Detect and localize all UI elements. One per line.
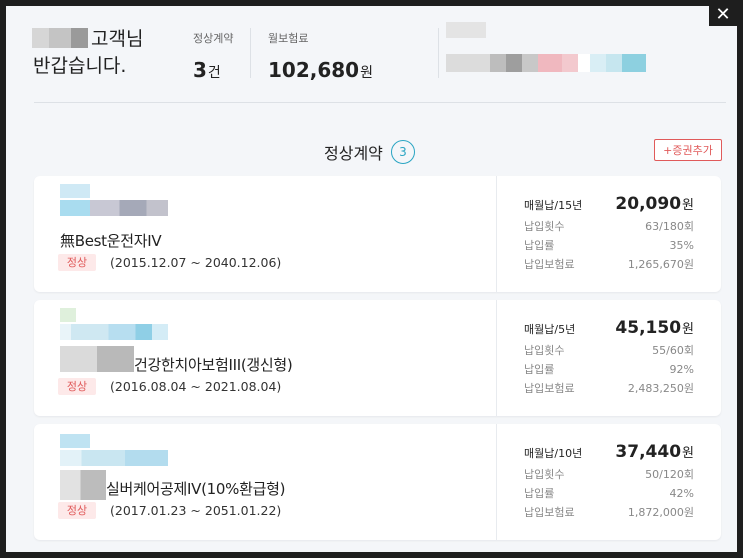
premium-stat: 월보험료 102,680원: [268, 30, 373, 82]
greeting: 고객님 반갑습니다.: [33, 26, 143, 80]
policy-period: (2016.08.04 ~ 2021.08.04): [110, 379, 282, 394]
premium-stat-label: 월보험료: [268, 32, 309, 45]
card-divider: [496, 300, 497, 416]
policy-name: 실버케어공제IV(10%환급형): [106, 480, 286, 498]
paid-premium-row: 납입보험료 2,483,250원: [524, 380, 694, 399]
payment-amount-unit: 원: [682, 322, 694, 337]
paid-premium-row: 납입보험료 1,265,670원: [524, 256, 694, 275]
payment-amount: 20,090원: [615, 194, 694, 214]
payment-details: 매월납/15년 20,090원 납입횟수 63/180회 납입률 35% 납입보…: [524, 194, 694, 275]
payment-row: 매월납/10년 37,440원: [524, 442, 694, 466]
policy-name: 無Best운전자IV: [60, 232, 162, 250]
payment-row: 매월납/15년 20,090원: [524, 194, 694, 218]
masked-policy-prefix: [60, 346, 134, 372]
payment-count-label: 납입횟수: [524, 220, 565, 233]
payment-term-label: 매월납/15년: [524, 199, 583, 212]
paid-premium-label: 납입보험료: [524, 258, 575, 271]
payment-rate-value: 92%: [669, 363, 694, 376]
stat-divider: [250, 28, 251, 78]
payment-amount-unit: 원: [682, 198, 694, 213]
payment-amount-value: 45,150: [615, 318, 682, 338]
masked-company-name: [60, 324, 168, 340]
close-icon[interactable]: ✕: [709, 6, 737, 26]
payment-rate-label: 납입률: [524, 487, 555, 500]
masked-policy-prefix: [60, 470, 106, 500]
payment-rate-label: 납입률: [524, 363, 555, 376]
payment-row: 매월납/5년 45,150원: [524, 318, 694, 342]
status-badge: 정상: [58, 502, 96, 519]
payment-term-label: 매월납/10년: [524, 447, 583, 460]
add-policy-button[interactable]: +증권추가: [654, 139, 722, 161]
policy-period: (2015.12.07 ~ 2040.12.06): [110, 255, 282, 270]
paid-premium-label: 납입보험료: [524, 506, 575, 519]
payment-rate-row: 납입률 92%: [524, 361, 694, 380]
premium-amount: 102,680: [268, 58, 360, 82]
policy-name: 건강한치아보험III(갱신형): [134, 356, 293, 374]
payment-count-value: 55/60회: [652, 344, 694, 357]
card-divider: [496, 176, 497, 292]
greeting-line-2: 반갑습니다.: [33, 55, 127, 77]
section-title: 정상계약 3: [324, 140, 415, 164]
premium-unit: 원: [360, 65, 373, 81]
contracts-stat-label: 정상계약: [193, 32, 234, 45]
policy-card[interactable]: 실버케어공제IV(10%환급형) 정상 (2017.01.23 ~ 2051.0…: [34, 424, 721, 540]
payment-amount-unit: 원: [682, 446, 694, 461]
payment-details: 매월납/5년 45,150원 납입횟수 55/60회 납입률 92% 납입보험료…: [524, 318, 694, 399]
masked-company-name: [60, 450, 168, 466]
payment-amount: 37,440원: [615, 442, 694, 462]
payment-count-row: 납입횟수 63/180회: [524, 218, 694, 237]
payment-count-row: 납입횟수 55/60회: [524, 342, 694, 361]
section-title-text: 정상계약: [324, 144, 383, 163]
payment-count-label: 납입횟수: [524, 344, 565, 357]
policy-card[interactable]: 無Best운전자IV 정상 (2015.12.07 ~ 2040.12.06) …: [34, 176, 721, 292]
payment-amount-value: 37,440: [615, 442, 682, 462]
payment-count-value: 63/180회: [645, 220, 694, 233]
masked-company-name: [60, 200, 168, 216]
payment-count-row: 납입횟수 50/120회: [524, 466, 694, 485]
payment-rate-row: 납입률 35%: [524, 237, 694, 256]
payment-count-value: 50/120회: [645, 468, 694, 481]
payment-term-label: 매월납/5년: [524, 323, 576, 336]
stat-divider-2: [438, 28, 439, 78]
policy-period: (2017.01.23 ~ 2051.01.22): [110, 503, 282, 518]
greeting-line-1: 고객님: [91, 28, 144, 50]
card-divider: [496, 424, 497, 540]
payment-rate-value: 42%: [669, 487, 694, 500]
contracts-panel: ✕ 고객님 반갑습니다. 정상계약 3건 월보험료 102,680원 정상계약 …: [6, 6, 737, 552]
contracts-stat: 정상계약 3건: [193, 30, 233, 82]
policy-card[interactable]: 건강한치아보험III(갱신형) 정상 (2016.08.04 ~ 2021.08…: [34, 300, 721, 416]
contracts-unit: 건: [207, 65, 221, 81]
masked-company-logo: [60, 308, 76, 322]
payment-amount: 45,150원: [615, 318, 694, 338]
payment-rate-label: 납입률: [524, 239, 555, 252]
payment-amount-value: 20,090: [615, 194, 682, 214]
masked-info-top: [446, 22, 486, 38]
payment-rate-value: 35%: [669, 239, 694, 252]
paid-premium-value: 1,265,670원: [627, 258, 694, 271]
payment-rate-row: 납입률 42%: [524, 485, 694, 504]
payment-count-label: 납입횟수: [524, 468, 565, 481]
masked-company-logo: [60, 184, 90, 198]
header-divider: [34, 102, 726, 103]
paid-premium-value: 2,483,250원: [627, 382, 694, 395]
status-badge: 정상: [58, 378, 96, 395]
paid-premium-row: 납입보험료 1,872,000원: [524, 504, 694, 523]
contracts-count: 3: [193, 58, 207, 82]
status-badge: 정상: [58, 254, 96, 271]
section-count-badge: 3: [390, 140, 415, 164]
masked-company-logo: [60, 434, 90, 448]
masked-info-bottom: [446, 54, 646, 72]
payment-details: 매월납/10년 37,440원 납입횟수 50/120회 납입률 42% 납입보…: [524, 442, 694, 523]
contracts-stat-value: 3건: [193, 58, 233, 82]
premium-stat-value: 102,680원: [268, 58, 373, 82]
paid-premium-label: 납입보험료: [524, 382, 575, 395]
paid-premium-value: 1,872,000원: [627, 506, 694, 519]
